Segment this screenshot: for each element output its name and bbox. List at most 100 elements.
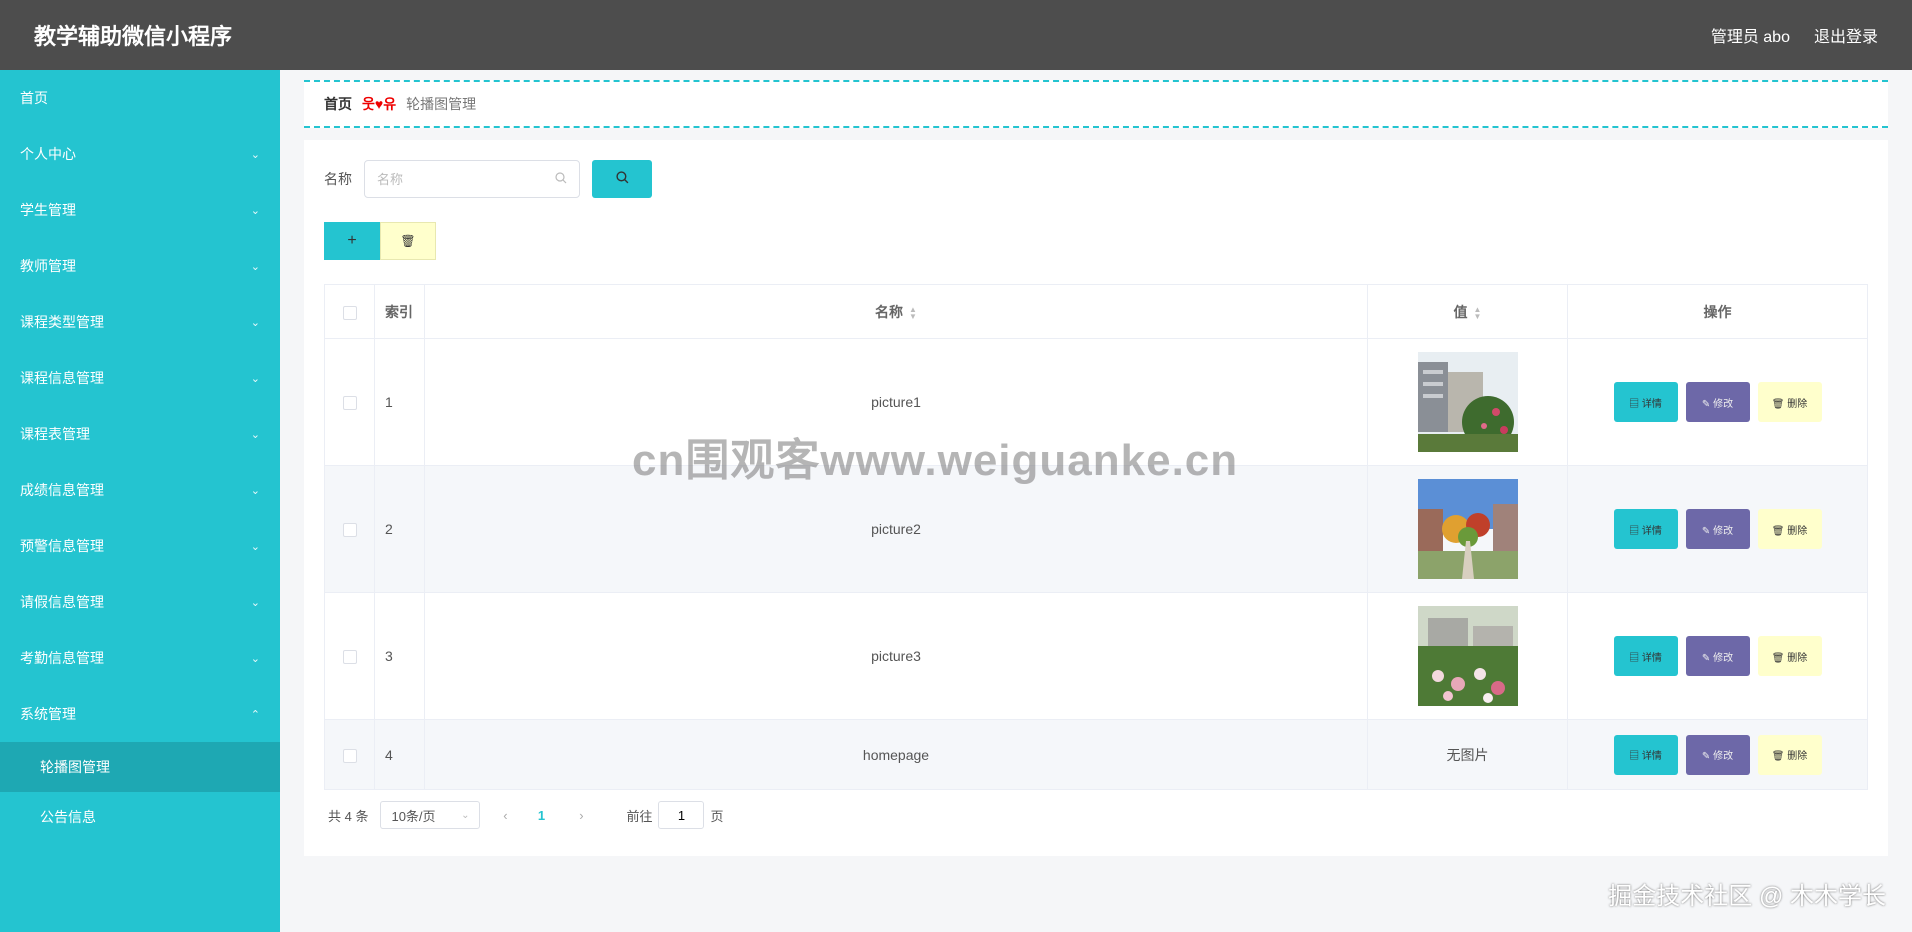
row-value-cell <box>1367 338 1568 466</box>
sidebar-item-personal[interactable]: 个人中心 ⌄ <box>0 126 280 182</box>
sidebar-item-label: 成绩信息管理 <box>20 482 104 498</box>
sidebar-item-label: 个人中心 <box>20 146 76 162</box>
goto-label: 前往 <box>626 808 653 824</box>
chevron-down-icon: ⌄ <box>461 809 470 821</box>
data-table: 索引 名称 ▲ ▼ 值 ▲ ▼ 操作 1 picture1 ▤ 详情 ✎ 修改 … <box>324 284 1868 790</box>
row-index: 2 <box>374 465 425 593</box>
row-checkbox[interactable] <box>342 748 357 763</box>
sidebar-item-leave[interactable]: 请假信息管理 ⌄ <box>0 574 280 630</box>
sidebar-item-grades[interactable]: 成绩信息管理 ⌄ <box>0 462 280 518</box>
sort-icon[interactable]: ▲ ▼ <box>1474 305 1482 320</box>
chevron-down-icon: ⌄ <box>250 260 260 273</box>
sidebar-item-warnings[interactable]: 预警信息管理 ⌄ <box>0 518 280 574</box>
sidebar-item-teachers[interactable]: 教师管理 ⌄ <box>0 238 280 294</box>
row-checkbox-cell <box>324 465 375 593</box>
header-value: 值 <box>1453 303 1468 320</box>
row-checkbox[interactable] <box>342 523 357 538</box>
row-ops: ▤ 详情 ✎ 修改 🗑 删除 <box>1567 338 1868 466</box>
list-panel: 名称 + 🗑 索引 名称 ▲▼ 值 ▲▼ 操作 <box>304 140 1888 856</box>
row-checkbox[interactable] <box>342 396 357 411</box>
search-row: 名称 <box>324 160 1868 198</box>
breadcrumb-current: 轮播图管理 <box>406 96 477 112</box>
header-actions: 管理员 abo 退出登录 <box>1711 23 1878 47</box>
row-value-cell <box>1367 592 1568 720</box>
batch-delete-button[interactable]: 🗑 <box>380 222 436 260</box>
detail-button[interactable]: ▤ 详情 <box>1613 382 1678 422</box>
footer-watermark: 掘金技术社区 @ 木木学长 <box>1608 883 1886 910</box>
detail-button[interactable]: ▤ 详情 <box>1613 734 1678 775</box>
sidebar-item-label: 学生管理 <box>20 202 76 218</box>
sidebar-item-label: 课程表管理 <box>20 426 90 442</box>
sort-icon[interactable]: ▲ ▼ <box>909 305 917 320</box>
sidebar-subitem-carousel[interactable]: 轮播图管理 <box>0 742 280 792</box>
row-ops: ▤ 详情 ✎ 修改 🗑 删除 <box>1567 592 1868 720</box>
chevron-down-icon: ⌄ <box>250 316 260 329</box>
delete-button[interactable]: 🗑 删除 <box>1757 509 1822 549</box>
row-checkbox[interactable] <box>342 650 357 665</box>
header-value-cell[interactable]: 值 ▲ ▼ <box>1367 284 1568 339</box>
prev-page-button[interactable]: ‹ <box>490 808 520 823</box>
row-value: 无图片 <box>1367 719 1568 790</box>
sidebar-item-timetable[interactable]: 课程表管理 ⌄ <box>0 406 280 462</box>
chevron-down-icon: ⌄ <box>250 428 260 441</box>
breadcrumb: 首页 웃♥유 轮播图管理 <box>304 80 1888 128</box>
row-value-cell <box>1367 465 1568 593</box>
detail-button[interactable]: ▤ 详情 <box>1613 636 1678 676</box>
next-page-button[interactable]: › <box>566 808 596 823</box>
page-number[interactable]: 1 <box>526 808 556 823</box>
chevron-down-icon: ⌄ <box>250 540 260 553</box>
sidebar: 首页 个人中心 ⌄ 学生管理 ⌄ 教师管理 ⌄ 课程类型管理 ⌄ 课程信息管理 ⌄ 课程表… <box>0 70 280 932</box>
search-button[interactable] <box>592 160 652 198</box>
search-input[interactable] <box>377 171 537 187</box>
edit-button[interactable]: ✎ 修改 <box>1685 734 1750 775</box>
search-icon <box>615 171 628 184</box>
main-content: 首页 웃♥유 轮播图管理 名称 + 🗑 索引 <box>304 80 1888 856</box>
row-name: picture2 <box>424 465 1368 593</box>
sidebar-item-system[interactable]: 系统管理 ⌃ <box>0 686 280 742</box>
sidebar-item-course-info[interactable]: 课程信息管理 ⌄ <box>0 350 280 406</box>
action-row: + 🗑 <box>324 222 1868 260</box>
table-row: 3 picture3 ▤ 详情 ✎ 修改 🗑 删除 <box>324 592 1868 720</box>
add-button[interactable]: + <box>324 222 380 260</box>
sidebar-subitem-announcements[interactable]: 公告信息 <box>0 792 280 842</box>
page-size-select[interactable]: 10条/页 ⌄ <box>380 801 481 829</box>
select-all-checkbox[interactable] <box>342 305 357 320</box>
breadcrumb-home[interactable]: 首页 <box>324 94 352 114</box>
delete-button[interactable]: 🗑 删除 <box>1757 636 1822 676</box>
row-checkbox-cell <box>324 338 375 466</box>
edit-button[interactable]: ✎ 修改 <box>1685 382 1750 422</box>
table-row: 2 picture2 ▤ 详情 ✎ 修改 🗑 删除 <box>324 465 1868 593</box>
edit-button[interactable]: ✎ 修改 <box>1685 509 1750 549</box>
sidebar-item-attendance[interactable]: 考勤信息管理 ⌄ <box>0 630 280 686</box>
carousel-image-thumbnail <box>1417 606 1518 706</box>
detail-button[interactable]: ▤ 详情 <box>1613 509 1678 549</box>
goto-page-input[interactable] <box>658 801 705 829</box>
page-size-value: 10条/页 <box>391 808 436 824</box>
chevron-down-icon: ⌄ <box>250 372 260 385</box>
chevron-down-icon: ⌄ <box>250 204 260 217</box>
edit-button[interactable]: ✎ 修改 <box>1685 636 1750 676</box>
header-index: 索引 <box>374 284 425 339</box>
page-unit-label: 页 <box>710 808 724 824</box>
chevron-down-icon: ⌄ <box>250 652 260 665</box>
row-index: 4 <box>374 719 425 790</box>
sidebar-item-course-types[interactable]: 课程类型管理 ⌄ <box>0 294 280 350</box>
carousel-image-thumbnail <box>1417 479 1518 579</box>
search-field[interactable] <box>364 160 580 198</box>
delete-button[interactable]: 🗑 删除 <box>1757 734 1822 775</box>
row-index: 1 <box>374 338 425 466</box>
sidebar-item-students[interactable]: 学生管理 ⌄ <box>0 182 280 238</box>
select-all-cell <box>324 284 375 339</box>
header-ops: 操作 <box>1567 284 1868 339</box>
user-name[interactable]: 管理员 abo <box>1711 23 1790 47</box>
header-name-cell[interactable]: 名称 ▲ ▼ <box>424 284 1368 339</box>
search-label: 名称 <box>324 171 352 187</box>
sidebar-item-label: 首页 <box>20 90 48 106</box>
sidebar-item-label: 考勤信息管理 <box>20 650 104 666</box>
pagination: 共 4 条 10条/页 ⌄ ‹ 1 › 前往 页 <box>324 800 1868 830</box>
logout-button[interactable]: 退出登录 <box>1814 23 1878 47</box>
sidebar-item-home[interactable]: 首页 <box>0 70 280 126</box>
chevron-down-icon: ⌄ <box>250 148 260 161</box>
header-name: 名称 <box>875 303 904 320</box>
delete-button[interactable]: 🗑 删除 <box>1757 382 1822 422</box>
